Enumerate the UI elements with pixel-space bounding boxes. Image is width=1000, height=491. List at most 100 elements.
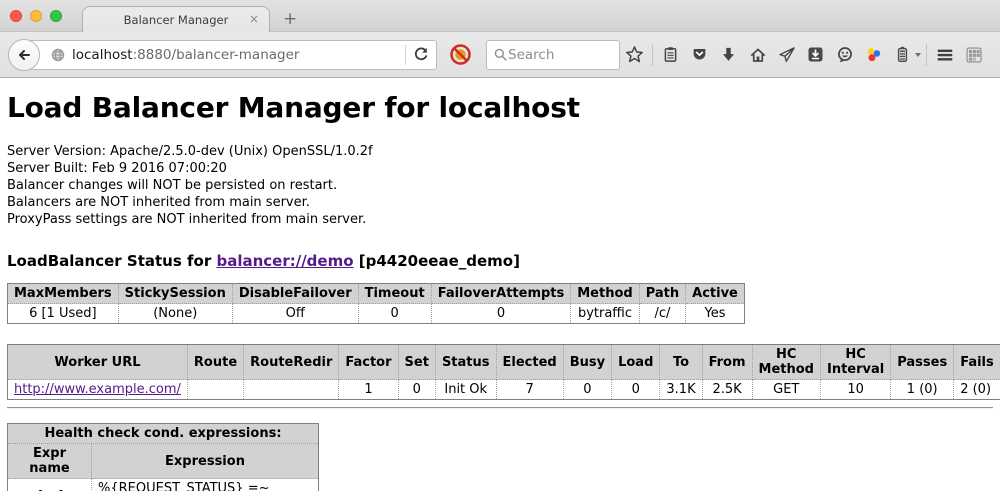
balancers-inherit-line: Balancers are NOT inherited from main se… (7, 194, 993, 211)
minimize-window-button[interactable] (30, 10, 42, 22)
col-busy: Busy (563, 345, 611, 380)
col-path: Path (639, 284, 685, 304)
page-title: Load Balancer Manager for localhost (7, 91, 993, 124)
col-status: Status (435, 345, 496, 380)
proxypass-inherit-line: ProxyPass settings are NOT inherited fro… (7, 211, 993, 228)
addon-download-button[interactable] (804, 43, 828, 67)
downloads-button[interactable] (717, 43, 741, 67)
navigation-toolbar: localhost:8880/balancer-manager (0, 32, 1000, 78)
browser-window: Balancer Manager × + localhost:8880/bala… (0, 0, 1000, 491)
pocket-button[interactable] (688, 43, 712, 67)
health-title-row: Health check cond. expressions: (8, 424, 319, 444)
clipboard-icon (662, 46, 679, 63)
url-bar[interactable]: localhost:8880/balancer-manager (23, 40, 437, 70)
cell-route (187, 380, 243, 400)
balancer-status-heading: LoadBalancer Status for balancer://demo … (7, 252, 993, 270)
home-button[interactable] (746, 43, 770, 67)
cell-passes: 1 (0) (891, 380, 954, 400)
hamburger-icon (936, 46, 954, 64)
urlbar-divider (405, 45, 406, 65)
col-to: To (660, 345, 702, 380)
worker-url-link[interactable]: http://www.example.com/ (14, 382, 181, 397)
cell-stickysession: (None) (118, 304, 232, 324)
globe-icon (50, 47, 66, 63)
toolbar-divider (652, 44, 653, 66)
col-fails: Fails (954, 345, 1000, 380)
col-hc-interval: HC Interval (820, 345, 890, 380)
cell-routeredir (244, 380, 339, 400)
search-bar[interactable] (486, 40, 620, 70)
server-info: Server Version: Apache/2.5.0-dev (Unix) … (7, 143, 993, 228)
worker-table: Worker URL Route RouteRedir Factor Set S… (7, 344, 1000, 400)
url-text: localhost:8880/balancer-manager (72, 47, 405, 63)
close-window-button[interactable] (10, 10, 22, 22)
col-factor: Factor (339, 345, 398, 380)
cell-hc-method: GET (752, 380, 820, 400)
worker-header-row: Worker URL Route RouteRedir Factor Set S… (8, 345, 1000, 380)
smiley-bubble-icon (836, 46, 854, 64)
cell-method: bytraffic (571, 304, 639, 324)
search-input[interactable] (508, 47, 603, 63)
cell-maxmembers: 6 [1 Used] (8, 304, 119, 324)
section-divider (7, 407, 993, 409)
cell-disablefailover: Off (232, 304, 358, 324)
cell-failoverattempts: 0 (431, 304, 571, 324)
tab-balancer-manager[interactable]: Balancer Manager × (82, 6, 270, 32)
cell-expr-name-1: foof (8, 479, 92, 491)
cell-busy: 0 (563, 380, 611, 400)
cell-active: Yes (686, 304, 745, 324)
col-maxmembers: MaxMembers (8, 284, 119, 304)
cell-set: 0 (398, 380, 435, 400)
toolbar-divider-2 (926, 44, 927, 66)
cell-hc-interval: 10 (820, 380, 890, 400)
color-dots-icon (865, 46, 883, 64)
reading-list-button[interactable] (659, 43, 683, 67)
cell-factor: 1 (339, 380, 398, 400)
tab-groups-button[interactable] (962, 43, 986, 67)
color-dots-addon-button[interactable] (862, 43, 886, 67)
battery-icon (894, 46, 911, 63)
health-check-table: Health check cond. expressions: Expr nam… (7, 423, 319, 491)
pocket-icon (691, 46, 708, 63)
back-button[interactable] (8, 39, 40, 71)
health-row-foof: foof %{REQUEST_STATUS} =~ /^[234]/ (8, 479, 319, 491)
col-timeout: Timeout (358, 284, 431, 304)
col-method: Method (571, 284, 639, 304)
search-icon (493, 47, 508, 62)
cell-elected: 7 (496, 380, 563, 400)
dark-download-addon-icon (807, 46, 824, 63)
feedback-smiley-button[interactable] (833, 43, 857, 67)
col-from: From (702, 345, 752, 380)
chevron-down-icon[interactable] (915, 53, 921, 57)
cell-expression-1: %{REQUEST_STATUS} =~ /^[234]/ (92, 479, 319, 491)
col-set: Set (398, 345, 435, 380)
cell-to: 3.1K (660, 380, 702, 400)
balancer-demo-link[interactable]: balancer://demo (216, 252, 353, 270)
battery-addon-button[interactable] (891, 43, 915, 67)
health-header-row: Expr name Expression (8, 444, 319, 479)
col-load: Load (612, 345, 660, 380)
balancer-params-header-row: MaxMembers StickySession DisableFailover… (8, 284, 745, 304)
titlebar: Balancer Manager × + (0, 0, 1000, 32)
reload-button[interactable] (412, 46, 429, 63)
bookmark-star-button[interactable] (623, 43, 647, 67)
send-tab-button[interactable] (775, 43, 799, 67)
plugin-blocked-icon[interactable] (449, 43, 472, 66)
col-disablefailover: DisableFailover (232, 284, 358, 304)
tab-title: Balancer Manager (124, 13, 229, 27)
col-expression: Expression (92, 444, 319, 479)
health-table-title: Health check cond. expressions: (8, 424, 319, 444)
tab-close-icon[interactable]: × (249, 12, 259, 26)
col-route: Route (187, 345, 243, 380)
url-path: :8880/balancer-manager (133, 47, 300, 63)
new-tab-button[interactable]: + (283, 9, 297, 29)
persist-warning-line: Balancer changes will NOT be persisted o… (7, 177, 993, 194)
col-failoverattempts: FailoverAttempts (431, 284, 571, 304)
cell-from: 2.5K (702, 380, 752, 400)
back-arrow-icon (16, 47, 32, 63)
col-active: Active (686, 284, 745, 304)
col-passes: Passes (891, 345, 954, 380)
zoom-window-button[interactable] (50, 10, 62, 22)
menu-button[interactable] (933, 43, 957, 67)
url-host: localhost (72, 47, 133, 63)
